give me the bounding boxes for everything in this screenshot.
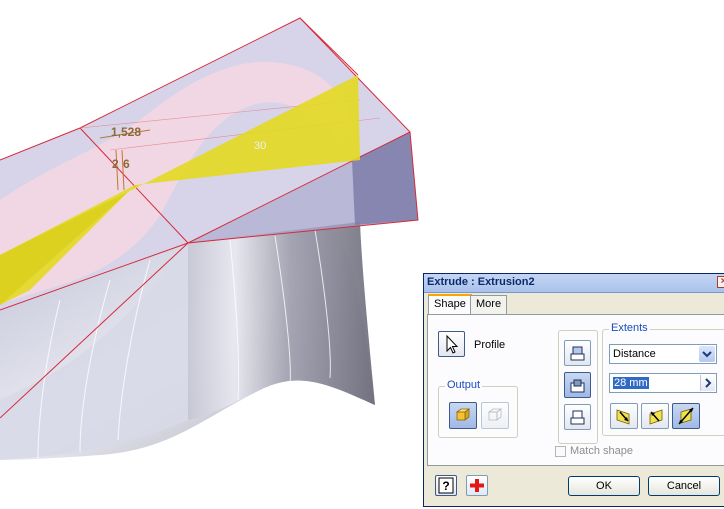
distance-value: 28 mm — [613, 377, 649, 389]
chevron-right-icon[interactable] — [700, 375, 715, 391]
symmetric-icon — [678, 407, 694, 425]
cancel-button[interactable]: Cancel — [648, 476, 720, 496]
output-group: Output — [438, 379, 518, 438]
surface-icon — [487, 408, 503, 421]
shape-tab-panel: Profile Output Extents Distance 28 mm Ma… — [427, 314, 724, 466]
extrude-dialog: Extrude : Extrusion2 × Shape More Profil… — [423, 273, 724, 507]
dimension-label[interactable]: 1,528 — [111, 125, 141, 139]
output-surface-button[interactable] — [481, 402, 509, 429]
ok-button[interactable]: OK — [568, 476, 640, 496]
tab-shape[interactable]: Shape — [428, 294, 472, 315]
extents-group: Extents Distance 28 mm — [602, 322, 724, 436]
match-shape-checkbox[interactable] — [555, 446, 566, 457]
help-icon: ? — [438, 477, 454, 494]
add-button[interactable] — [466, 475, 488, 496]
direction-1-icon — [616, 409, 630, 425]
direction-2-icon — [649, 409, 663, 425]
output-group-label: Output — [445, 379, 483, 391]
chevron-down-icon[interactable] — [699, 346, 715, 362]
symmetric-button[interactable] — [672, 403, 700, 429]
distance-input[interactable]: 28 mm — [609, 373, 717, 393]
operation-join-icon — [570, 346, 585, 361]
tab-more[interactable]: More — [470, 295, 508, 314]
cursor-arrow-icon — [446, 334, 459, 354]
extents-type-select[interactable]: Distance — [609, 344, 717, 364]
extents-type-value: Distance — [613, 348, 656, 360]
operation-intersect-button[interactable] — [564, 404, 591, 430]
direction-1-button[interactable] — [610, 403, 638, 429]
profile-label: Profile — [474, 339, 506, 351]
operation-cut-icon — [570, 379, 585, 393]
extents-group-label: Extents — [609, 322, 650, 334]
close-icon[interactable]: × — [717, 276, 724, 288]
operation-group — [558, 330, 598, 444]
output-solid-button[interactable] — [449, 402, 477, 429]
dialog-title: Extrude : Extrusion2 — [427, 276, 535, 288]
operation-intersect-icon — [570, 410, 585, 425]
operation-cut-button[interactable] — [564, 372, 591, 398]
dimension-label[interactable]: 2 — [112, 157, 119, 171]
solid-icon — [455, 408, 471, 421]
profile-select-button[interactable] — [438, 331, 465, 357]
dimension-label[interactable]: 30 — [254, 140, 266, 152]
operation-join-button[interactable] — [564, 340, 591, 366]
help-button[interactable]: ? — [435, 475, 457, 496]
match-shape-label: Match shape — [570, 445, 633, 457]
plus-icon — [470, 479, 484, 492]
dimension-label[interactable]: 6 — [123, 157, 130, 171]
svg-text:?: ? — [442, 479, 449, 493]
direction-2-button[interactable] — [641, 403, 669, 429]
dialog-titlebar[interactable]: Extrude : Extrusion2 × — [424, 274, 724, 293]
